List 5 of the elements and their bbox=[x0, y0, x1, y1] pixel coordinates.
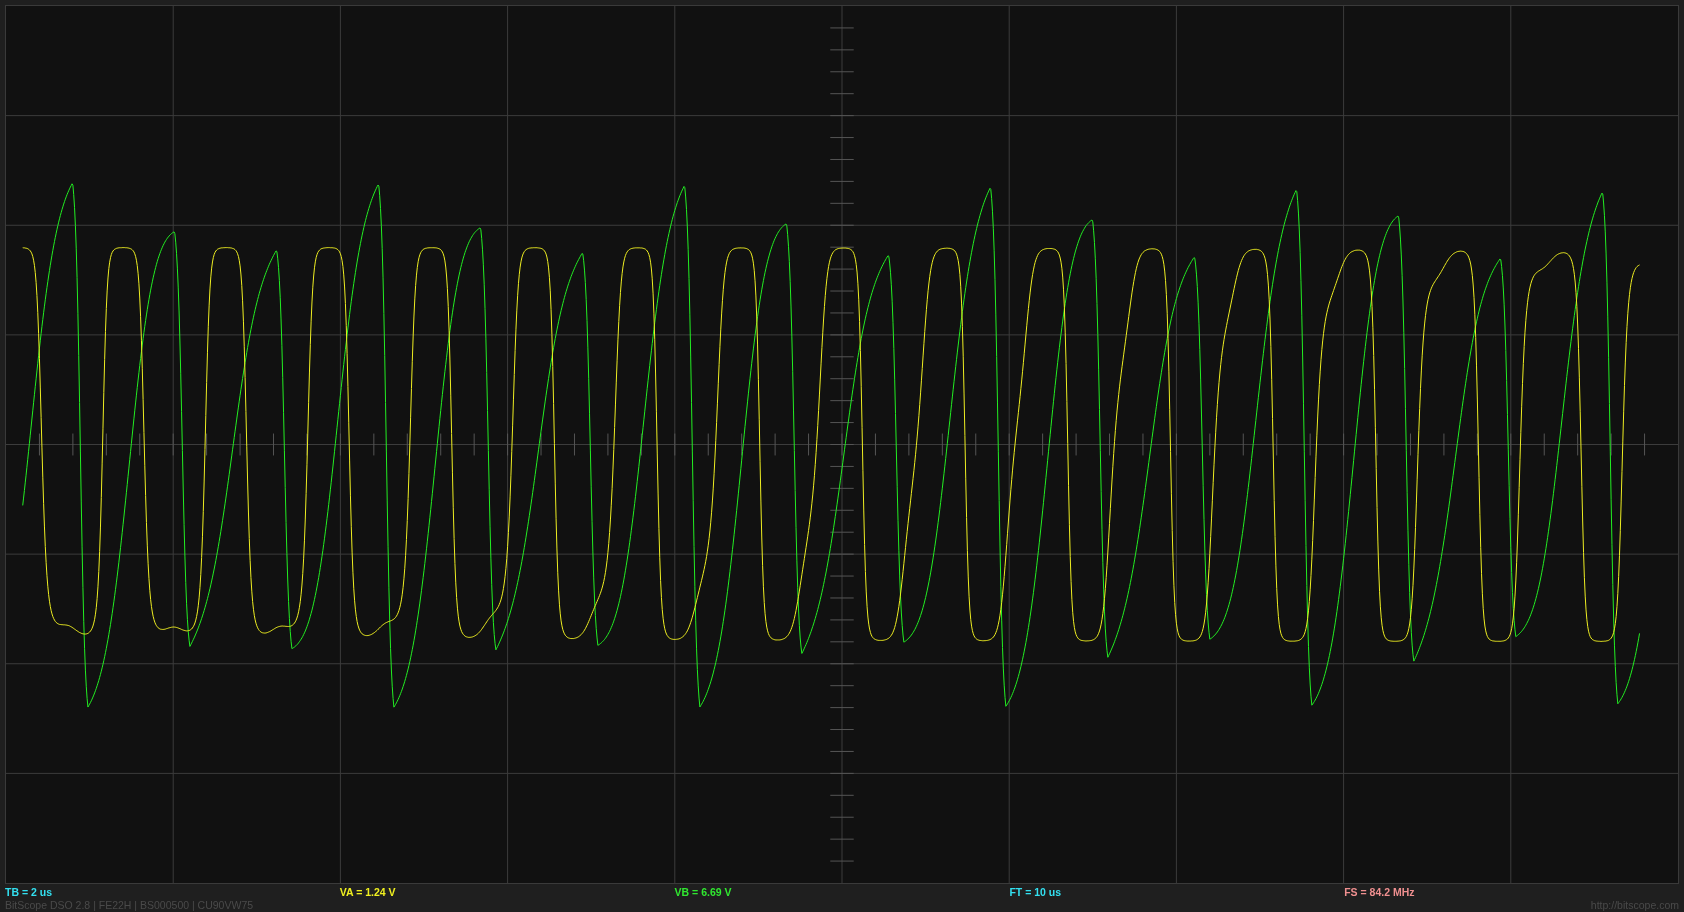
readout-label: VB = 6.69 V bbox=[674, 886, 732, 900]
readout-label: VA = 1.24 V bbox=[339, 886, 396, 900]
readout-label: TB = 2 us bbox=[5, 886, 52, 900]
readout-label: FS = 84.2 MHz bbox=[1344, 886, 1415, 900]
readout-label: FT = 10 us bbox=[1009, 886, 1062, 900]
